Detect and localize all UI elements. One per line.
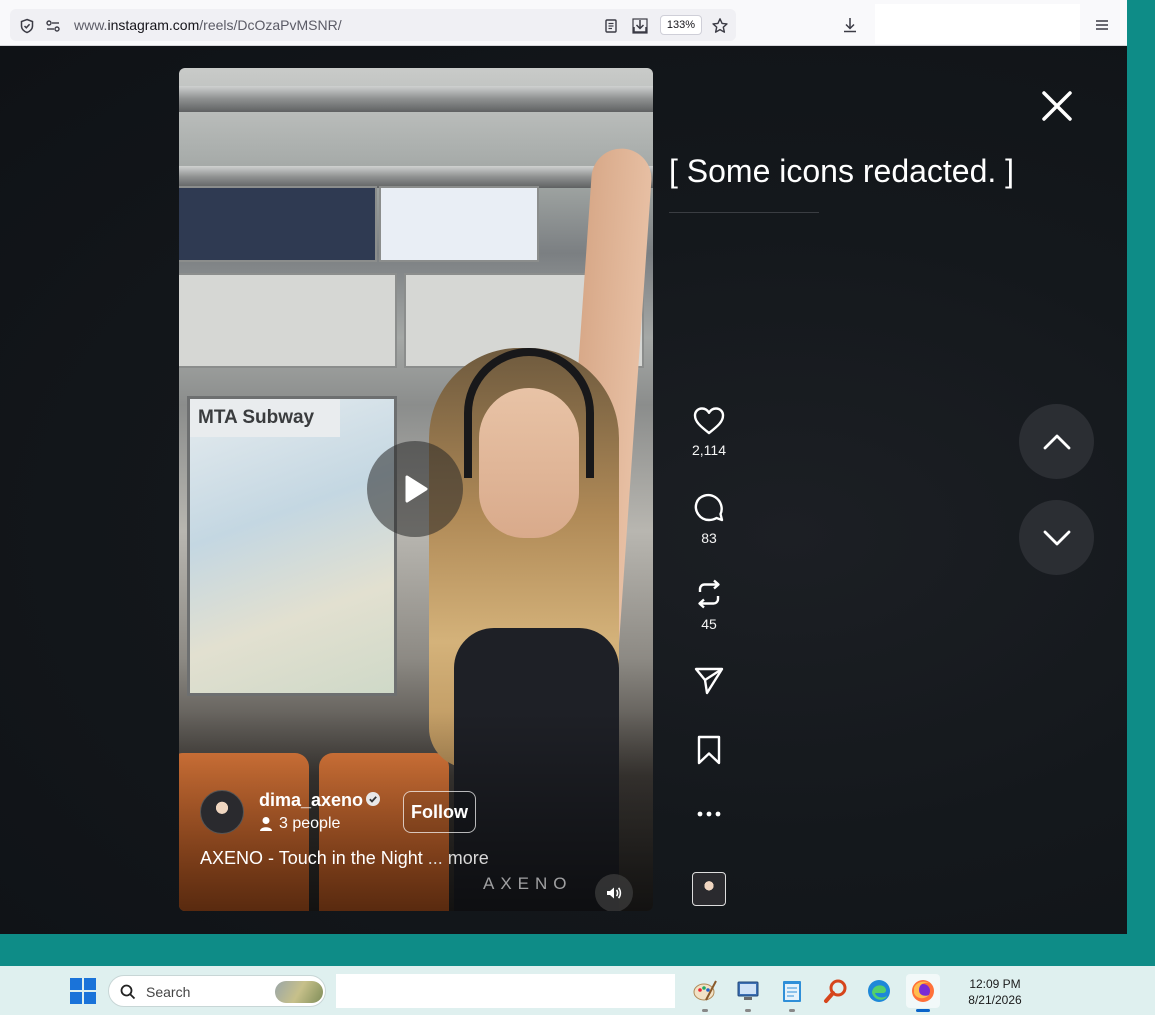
windows-start-icon[interactable] <box>70 978 96 1004</box>
reel-viewer: MTA Subway dima_axeno 3 people Follow AX… <box>0 46 1127 934</box>
more-icon <box>697 811 721 817</box>
save-icon <box>697 735 721 765</box>
reader-view-icon[interactable] <box>602 17 620 35</box>
taskbar-app-search-tool[interactable] <box>819 974 853 1008</box>
redacted-notice: [ Some icons redacted. ] <box>669 153 1015 189</box>
edge-icon <box>868 980 890 1002</box>
shield-icon[interactable] <box>18 17 36 35</box>
comment-count: 83 <box>701 530 717 546</box>
browser-window: www.instagram.com/reels/DcOzaPvMSNR/ 133… <box>0 0 1127 934</box>
comment-icon <box>694 493 724 522</box>
play-icon <box>405 475 428 503</box>
url-text[interactable]: www.instagram.com/reels/DcOzaPvMSNR/ <box>74 17 342 33</box>
paint-icon <box>693 980 717 1001</box>
close-button[interactable] <box>1037 86 1077 126</box>
url-path: /reels/DcOzaPvMSNR/ <box>199 17 342 33</box>
toolbar-blank-area <box>875 4 1080 44</box>
follow-button[interactable]: Follow <box>403 791 476 833</box>
repost-icon <box>698 579 720 609</box>
ad-panel <box>179 186 377 262</box>
downloads-icon[interactable] <box>840 15 860 35</box>
taskbar-app-remote[interactable] <box>731 974 765 1012</box>
headphones <box>464 348 594 478</box>
save-page-icon[interactable] <box>630 16 650 36</box>
taskbar-app-notepad[interactable] <box>775 974 809 1012</box>
wall-panel <box>179 273 397 368</box>
ad-panel-mta <box>379 186 539 262</box>
taskbar-app-paint[interactable] <box>688 974 722 1012</box>
share-icon <box>694 667 724 695</box>
url-domain: instagram.com <box>107 17 200 33</box>
save-action[interactable] <box>684 734 734 766</box>
caption-more-link[interactable]: ... more <box>428 848 489 868</box>
like-action[interactable]: 2,114 <box>684 406 734 458</box>
handrail-top <box>179 86 653 112</box>
chevron-down-icon <box>1043 530 1070 545</box>
clock-date: 8/21/2026 <box>968 993 1022 1007</box>
divider <box>669 212 819 213</box>
zoom-level-badge[interactable]: 133% <box>660 15 702 35</box>
repost-action[interactable]: 45 <box>684 578 734 632</box>
clock-time: 12:09 PM <box>969 977 1021 991</box>
share-action[interactable] <box>684 664 734 696</box>
menu-icon[interactable] <box>1092 15 1112 35</box>
chevron-up-icon <box>1043 434 1070 449</box>
person-icon <box>260 817 272 831</box>
audio-thumbnail[interactable] <box>692 872 726 906</box>
address-bar[interactable]: www.instagram.com/reels/DcOzaPvMSNR/ 133… <box>10 9 736 41</box>
repost-count: 45 <box>701 616 717 632</box>
reel-video[interactable]: MTA Subway dima_axeno 3 people Follow AX… <box>179 68 653 911</box>
taskbar-app-edge[interactable] <box>862 974 896 1008</box>
more-options-action[interactable] <box>684 810 734 818</box>
taskbar-search-label: Search <box>146 984 191 1000</box>
firefox-icon <box>912 980 934 1002</box>
browser-toolbar: www.instagram.com/reels/DcOzaPvMSNR/ 133… <box>0 0 1127 46</box>
taskbar-search[interactable]: Search <box>108 975 326 1007</box>
avatar[interactable] <box>200 790 244 834</box>
collaborators[interactable]: 3 people <box>259 815 340 833</box>
comment-action[interactable]: 83 <box>684 492 734 546</box>
username[interactable]: dima_axeno <box>259 790 363 811</box>
collaborators-label: 3 people <box>279 815 341 832</box>
like-count: 2,114 <box>692 442 726 458</box>
video-watermark: AXENO <box>483 874 573 893</box>
verified-icon <box>365 791 381 812</box>
bookmark-star-icon[interactable] <box>710 16 730 36</box>
mute-button[interactable] <box>595 874 633 911</box>
subway-map: MTA Subway <box>187 396 397 696</box>
taskbar-app-firefox[interactable] <box>906 974 940 1012</box>
system-clock[interactable]: 12:09 PM 8/21/2026 <box>950 976 1040 1008</box>
permissions-icon[interactable] <box>44 17 62 35</box>
search-highlight-image <box>275 981 323 1003</box>
search-icon <box>120 984 136 1000</box>
taskbar: Search 12:09 PM 8/21/2026 <box>0 966 1155 1015</box>
caption-text: AXENO - Touch in the Night <box>200 848 423 868</box>
heart-icon <box>693 407 725 435</box>
subway-map-title: MTA Subway <box>190 399 340 437</box>
play-button[interactable] <box>367 441 463 537</box>
url-prefix: www. <box>74 17 108 33</box>
remote-desktop-icon <box>737 981 759 1000</box>
previous-reel-button[interactable] <box>1019 404 1094 479</box>
handrail-bar <box>179 166 653 188</box>
volume-icon <box>607 887 622 899</box>
magnifier-app-icon <box>824 979 847 1003</box>
caption[interactable]: AXENO - Touch in the Night ... more <box>200 848 489 869</box>
taskbar-blank-area <box>336 974 675 1008</box>
close-icon <box>1042 91 1072 121</box>
notepad-icon <box>783 981 801 1002</box>
next-reel-button[interactable] <box>1019 500 1094 575</box>
